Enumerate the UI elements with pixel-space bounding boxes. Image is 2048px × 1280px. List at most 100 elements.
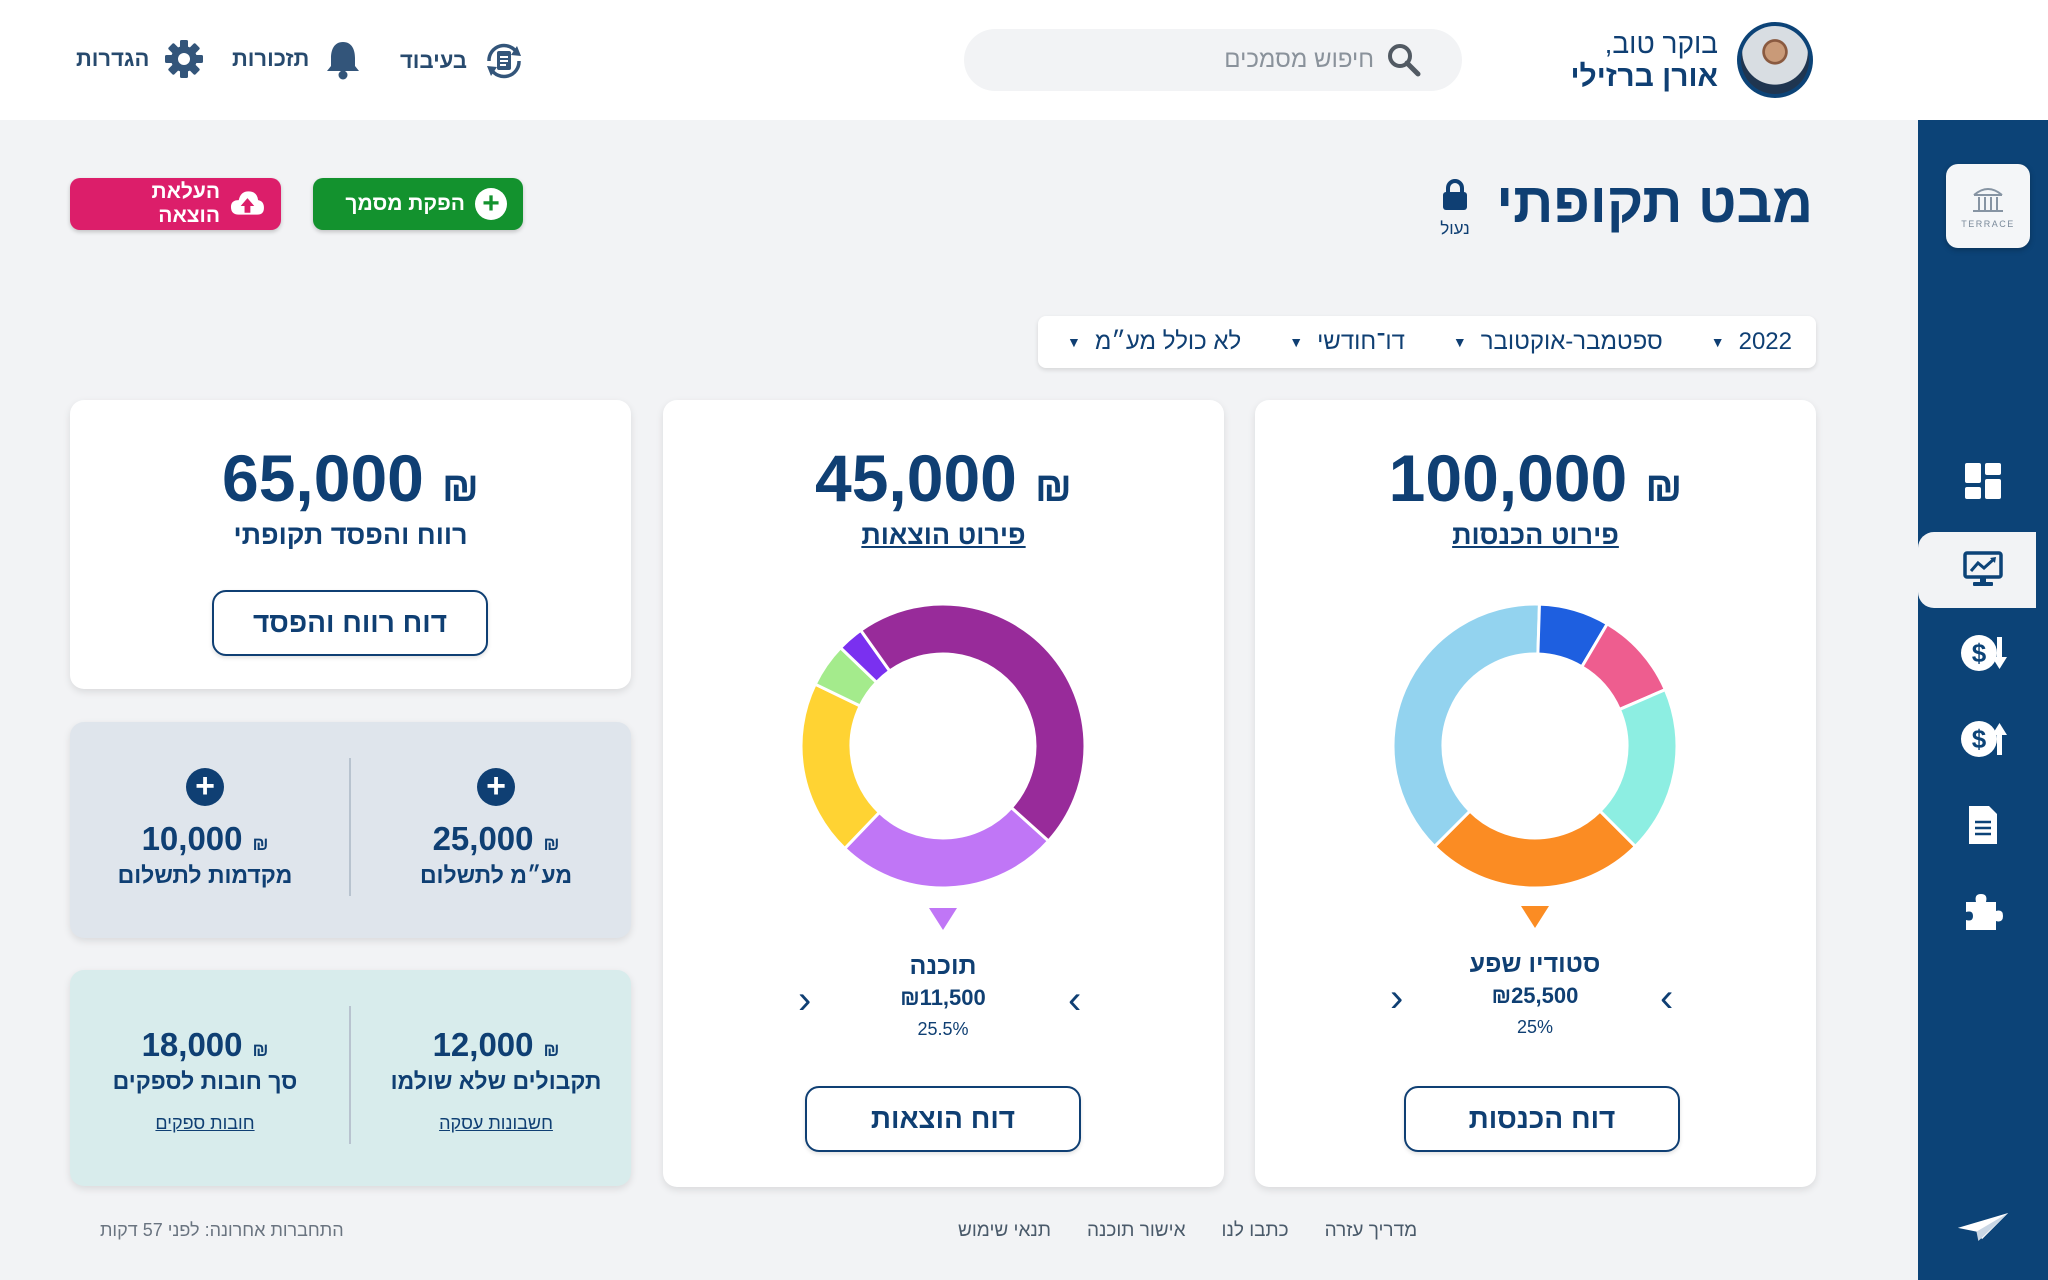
income-donut-chart[interactable] (1385, 596, 1685, 896)
nav-dashboard[interactable] (1956, 454, 2010, 508)
slice-name: סטודיו שפע (1469, 950, 1601, 978)
puzzle-icon (1966, 894, 2003, 930)
processing-button[interactable]: בעיבוד (400, 38, 527, 84)
currency-symbol: ₪ (1034, 463, 1072, 510)
dashboard-icon (1965, 463, 2001, 499)
chevron-down-icon: ▼ (1452, 334, 1467, 350)
slice-percent: 25% (1516, 1017, 1554, 1037)
processing-label: בעיבוד (400, 48, 467, 73)
footer-link-contact[interactable]: כתבו לנו (1222, 1220, 1289, 1242)
income-breakdown-link[interactable]: פירוט הכנסות (1255, 520, 1816, 551)
logo-text: TERRACE (1961, 219, 2015, 229)
expenses-amount-value: 45,000 (815, 441, 1017, 515)
filter-months-value: ספטמבר-אוקטובר (1480, 328, 1663, 355)
selected-slice-marker (929, 908, 957, 930)
sidebar: TERRACE $ $ (1918, 120, 2048, 1280)
currency-symbol: ₪ (543, 834, 560, 854)
currency-symbol: ₪ (252, 834, 269, 854)
nav-integrations[interactable] (1956, 884, 2010, 938)
currency-symbol: ₪ (1645, 463, 1683, 510)
payables-amount-value: 18,000 (141, 1026, 243, 1063)
plus-icon: + (475, 188, 507, 220)
svg-text:$: $ (1972, 638, 1987, 668)
profit-amount-value: 65,000 (222, 441, 424, 515)
search-icon[interactable] (1386, 42, 1422, 78)
top-bar: בוקר טוב, אורן ברזילי חיפוש מסמכים בעיבו… (0, 0, 2048, 120)
receivables-amount: ₪ 12,000 (361, 1026, 631, 1064)
expenses-breakdown-link[interactable]: פירוט הוצאות (663, 520, 1224, 551)
expenses-donut-chart[interactable] (793, 596, 1093, 896)
reminders-button[interactable]: תזכורות (232, 38, 363, 80)
expenses-slice-1[interactable] (799, 682, 882, 851)
profit-loss-report-button[interactable]: דוח רווח והפסד (212, 590, 488, 656)
filter-vat[interactable]: לא כולל מע״מ ▼ (1067, 328, 1241, 356)
filter-months[interactable]: ספטמבר-אוקטובר ▼ (1453, 328, 1663, 356)
footer-link-terms[interactable]: תנאי שימוש (958, 1220, 1051, 1242)
expenses-slice-4[interactable] (858, 602, 1087, 844)
expenses-amount: ₪ 45,000 (663, 440, 1224, 516)
filter-period-value: דו־חודשי (1317, 328, 1405, 355)
slice-value: ₪11,500 (900, 985, 986, 1010)
income-slice-4[interactable] (1597, 687, 1679, 849)
greeting: בוקר טוב, אורן ברזילי (1571, 28, 1719, 94)
receivables-label: תקבולים שלא שולמו (390, 1068, 602, 1094)
slice-value: ₪25,500 (1491, 983, 1579, 1008)
svg-text:$: $ (1972, 724, 1987, 754)
settings-button[interactable]: הגדרות (76, 38, 205, 80)
income-slice-1[interactable] (1391, 602, 1542, 849)
transaction-accounts-link[interactable]: חשבונות עסקה (361, 1113, 631, 1134)
income-report-button[interactable]: דוח הכנסות (1404, 1086, 1680, 1152)
last-login-status: התחברות אחרונה: לפני 57 דקות (100, 1220, 344, 1240)
add-vat-payment-icon[interactable]: + (477, 768, 515, 806)
send-icon (1957, 1213, 2009, 1241)
expenses-selected-slice: תוכנה ₪11,500 25.5% (813, 952, 1073, 1040)
nav-send[interactable] (1956, 1200, 2010, 1254)
income-slice-0[interactable] (1432, 808, 1638, 890)
company-logo[interactable]: TERRACE (1946, 164, 2030, 248)
profit-title: רווח והפסד תקופתי (233, 520, 468, 550)
income-selected-slice: סטודיו שפע ₪25,500 25% (1405, 950, 1665, 1038)
search-input[interactable]: חיפוש מסמכים (1224, 46, 1374, 74)
currency-symbol: ₪ (252, 1040, 269, 1060)
greeting-text: בוקר טוב, (1604, 28, 1718, 59)
page-title: מבט תקופתי (1496, 171, 1813, 234)
expenses-report-button[interactable]: דוח הוצאות (805, 1086, 1081, 1152)
profit-loss-card: ₪ 65,000 רווח והפסד תקופתי דוח רווח והפס… (70, 400, 631, 689)
supplier-debts-link[interactable]: חובות ספקים (70, 1113, 340, 1134)
filter-period[interactable]: דו־חודשי ▼ (1289, 328, 1405, 356)
slice-name: תוכנה (909, 952, 977, 980)
create-document-button[interactable]: + הפקת מסמך (313, 178, 523, 230)
avatar[interactable] (1737, 22, 1813, 98)
chevron-left-icon[interactable]: ‹ (1390, 976, 1403, 1021)
footer-link-software-approval[interactable]: אישור תוכנה (1087, 1220, 1186, 1242)
chevron-left-icon[interactable]: ‹ (798, 978, 811, 1023)
nav-overview[interactable] (1956, 542, 2010, 596)
lock-status: נעול (1440, 178, 1470, 239)
settings-label: הגדרות (76, 46, 150, 71)
chevron-down-icon: ▼ (1067, 334, 1081, 350)
nav-income[interactable]: $ (1956, 626, 2010, 680)
selected-slice-marker (1521, 906, 1549, 928)
nav-documents[interactable] (1956, 798, 2010, 852)
receivables: ₪ 12,000 תקבולים שלא שולמו חשבונות עסקה (361, 1026, 631, 1134)
add-advance-payment-icon[interactable]: + (186, 768, 224, 806)
payables: ₪ 18,000 סך חובות לספקים חובות ספקים (70, 1026, 340, 1134)
document-icon (1969, 806, 1997, 844)
currency-symbol: ₪ (441, 463, 479, 510)
receivables-amount-value: 12,000 (432, 1026, 534, 1063)
expenses-slice-0[interactable] (842, 805, 1051, 890)
filter-year[interactable]: 2022 ▼ (1711, 328, 1792, 356)
advance-payment: + ₪ 10,000 מקדמות לתשלום (70, 768, 340, 889)
nav-expenses[interactable]: $ (1956, 712, 2010, 766)
income-amount: ₪ 100,000 (1255, 440, 1816, 516)
vat-amount-value: 25,000 (432, 820, 534, 857)
footer-links: מדריך עזרה כתבו לנו אישור תוכנה תנאי שימ… (958, 1220, 1417, 1242)
search-box[interactable]: חיפוש מסמכים (964, 29, 1462, 91)
gear-icon (165, 40, 204, 78)
cloud-upload-icon (231, 191, 265, 215)
user-name: אורן ברזילי (1570, 60, 1719, 93)
profit-amount: ₪ 65,000 (70, 440, 631, 516)
balances-card: ₪ 12,000 תקבולים שלא שולמו חשבונות עסקה … (70, 970, 631, 1186)
footer-link-help[interactable]: מדריך עזרה (1325, 1220, 1418, 1242)
upload-expense-button[interactable]: העלאת הוצאה (70, 178, 281, 230)
